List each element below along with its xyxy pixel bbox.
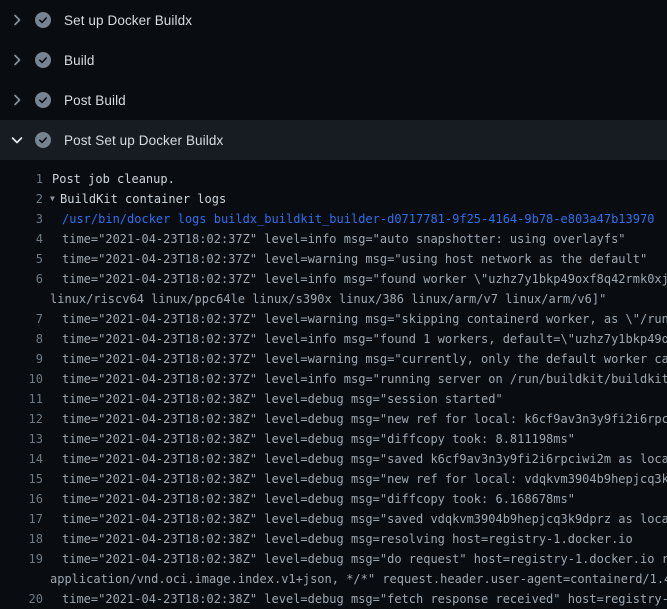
log-line-text: time="2021-04-23T18:02:38Z" level=debug … bbox=[62, 589, 667, 609]
log-line-number[interactable]: 6 bbox=[0, 269, 45, 289]
log-line: application/vnd.oci.image.index.v1+json,… bbox=[0, 569, 667, 589]
log-line: 9 time="2021-04-23T18:02:37Z" level=warn… bbox=[0, 349, 667, 369]
log-line: 7 time="2021-04-23T18:02:37Z" level=warn… bbox=[0, 309, 667, 329]
log-line-text: time="2021-04-23T18:02:38Z" level=debug … bbox=[62, 409, 667, 429]
log-line: 16 time="2021-04-23T18:02:38Z" level=deb… bbox=[0, 489, 667, 509]
log-line: 12 time="2021-04-23T18:02:38Z" level=deb… bbox=[0, 409, 667, 429]
log-group-toggle-icon[interactable]: ▼ bbox=[50, 189, 60, 209]
log-line: 6 time="2021-04-23T18:02:37Z" level=info… bbox=[0, 269, 667, 289]
log-line: 1 Post job cleanup. bbox=[0, 169, 667, 189]
log-line: 14 time="2021-04-23T18:02:38Z" level=deb… bbox=[0, 449, 667, 469]
log-line: 19 time="2021-04-23T18:02:38Z" level=deb… bbox=[0, 549, 667, 569]
log-line: 17 time="2021-04-23T18:02:38Z" level=deb… bbox=[0, 509, 667, 529]
log-line-text: time="2021-04-23T18:02:37Z" level=info m… bbox=[62, 229, 626, 249]
log-line-text: Post job cleanup. bbox=[52, 169, 175, 189]
chevron-right-icon bbox=[9, 92, 25, 108]
log-viewer: 1 Post job cleanup. 2 ▼ BuildKit contain… bbox=[0, 160, 667, 609]
log-line-number[interactable]: 15 bbox=[0, 469, 45, 489]
check-circle-icon bbox=[35, 132, 51, 148]
step-label: Post Build bbox=[64, 93, 126, 108]
log-line-text: /usr/bin/docker logs buildx_buildkit_bui… bbox=[62, 209, 654, 229]
step-label: Post Set up Docker Buildx bbox=[64, 133, 223, 148]
chevron-right-icon bbox=[9, 52, 25, 68]
log-line-text: time="2021-04-23T18:02:38Z" level=debug … bbox=[62, 429, 575, 449]
log-line-text: time="2021-04-23T18:02:37Z" level=info m… bbox=[62, 369, 667, 389]
step-row[interactable]: Set up Docker Buildx bbox=[0, 0, 667, 40]
step-row[interactable]: Build bbox=[0, 40, 667, 80]
log-line-number[interactable]: 10 bbox=[0, 369, 45, 389]
log-line-text: time="2021-04-23T18:02:38Z" level=debug … bbox=[62, 529, 633, 549]
log-line-number[interactable]: 18 bbox=[0, 529, 45, 549]
log-line-text: time="2021-04-23T18:02:38Z" level=debug … bbox=[62, 469, 667, 489]
log-line-number[interactable]: 14 bbox=[0, 449, 45, 469]
step-label: Set up Docker Buildx bbox=[64, 13, 192, 28]
log-line-text: time="2021-04-23T18:02:37Z" level=info m… bbox=[62, 329, 667, 349]
check-circle-icon bbox=[35, 12, 51, 28]
log-line-number[interactable]: 11 bbox=[0, 389, 45, 409]
log-line-number[interactable]: 5 bbox=[0, 249, 45, 269]
step-label: Build bbox=[64, 53, 95, 68]
log-line-text: time="2021-04-23T18:02:38Z" level=debug … bbox=[62, 549, 667, 569]
step-row[interactable]: Post Build bbox=[0, 80, 667, 120]
check-circle-icon bbox=[35, 52, 51, 68]
chevron-right-icon bbox=[9, 12, 25, 28]
log-line-number[interactable]: 13 bbox=[0, 429, 45, 449]
log-line: 20 time="2021-04-23T18:02:38Z" level=deb… bbox=[0, 589, 667, 609]
log-line-number[interactable]: 3 bbox=[0, 209, 45, 229]
log-line: 13 time="2021-04-23T18:02:38Z" level=deb… bbox=[0, 429, 667, 449]
step-row[interactable]: Post Set up Docker Buildx bbox=[0, 120, 667, 160]
log-line-number[interactable]: 8 bbox=[0, 329, 45, 349]
log-line-number[interactable]: 17 bbox=[0, 509, 45, 529]
log-line-text: time="2021-04-23T18:02:37Z" level=warnin… bbox=[62, 309, 667, 329]
log-line: 4 time="2021-04-23T18:02:37Z" level=info… bbox=[0, 229, 667, 249]
chevron-down-icon bbox=[9, 132, 25, 148]
log-line-number[interactable]: 9 bbox=[0, 349, 45, 369]
log-line-text: time="2021-04-23T18:02:38Z" level=debug … bbox=[62, 489, 575, 509]
log-line-text: time="2021-04-23T18:02:38Z" level=debug … bbox=[62, 389, 503, 409]
log-line-text: linux/riscv64 linux/ppc64le linux/s390x … bbox=[50, 289, 606, 309]
check-circle-icon bbox=[35, 92, 51, 108]
log-line-number[interactable]: 20 bbox=[0, 589, 45, 609]
log-line-text: time="2021-04-23T18:02:38Z" level=debug … bbox=[62, 449, 667, 469]
log-line: 15 time="2021-04-23T18:02:38Z" level=deb… bbox=[0, 469, 667, 489]
log-line-number[interactable]: 12 bbox=[0, 409, 45, 429]
log-line: 18 time="2021-04-23T18:02:38Z" level=deb… bbox=[0, 529, 667, 549]
log-line-number[interactable]: 4 bbox=[0, 229, 45, 249]
steps-list: Set up Docker Buildx Build Post Build bbox=[0, 0, 667, 160]
log-line-text: time="2021-04-23T18:02:37Z" level=warnin… bbox=[62, 249, 647, 269]
log-line-text: application/vnd.oci.image.index.v1+json,… bbox=[50, 569, 667, 589]
log-line: 5 time="2021-04-23T18:02:37Z" level=warn… bbox=[0, 249, 667, 269]
log-line-number[interactable]: 7 bbox=[0, 309, 45, 329]
log-line-number[interactable]: 19 bbox=[0, 549, 45, 569]
log-line-text: time="2021-04-23T18:02:38Z" level=debug … bbox=[62, 509, 667, 529]
log-line: 3 /usr/bin/docker logs buildx_buildkit_b… bbox=[0, 209, 667, 229]
log-line: linux/riscv64 linux/ppc64le linux/s390x … bbox=[0, 289, 667, 309]
log-line-number[interactable]: 2 bbox=[0, 189, 45, 209]
log-line-text: BuildKit container logs bbox=[60, 189, 226, 209]
log-line: 8 time="2021-04-23T18:02:37Z" level=info… bbox=[0, 329, 667, 349]
log-line-number[interactable]: 16 bbox=[0, 489, 45, 509]
log-line: 11 time="2021-04-23T18:02:38Z" level=deb… bbox=[0, 389, 667, 409]
log-line-text: time="2021-04-23T18:02:37Z" level=info m… bbox=[62, 269, 667, 289]
log-line: 2 ▼ BuildKit container logs bbox=[0, 189, 667, 209]
log-line: 10 time="2021-04-23T18:02:37Z" level=inf… bbox=[0, 369, 667, 389]
log-line-text: time="2021-04-23T18:02:37Z" level=warnin… bbox=[62, 349, 667, 369]
log-line-number[interactable]: 1 bbox=[0, 169, 45, 189]
